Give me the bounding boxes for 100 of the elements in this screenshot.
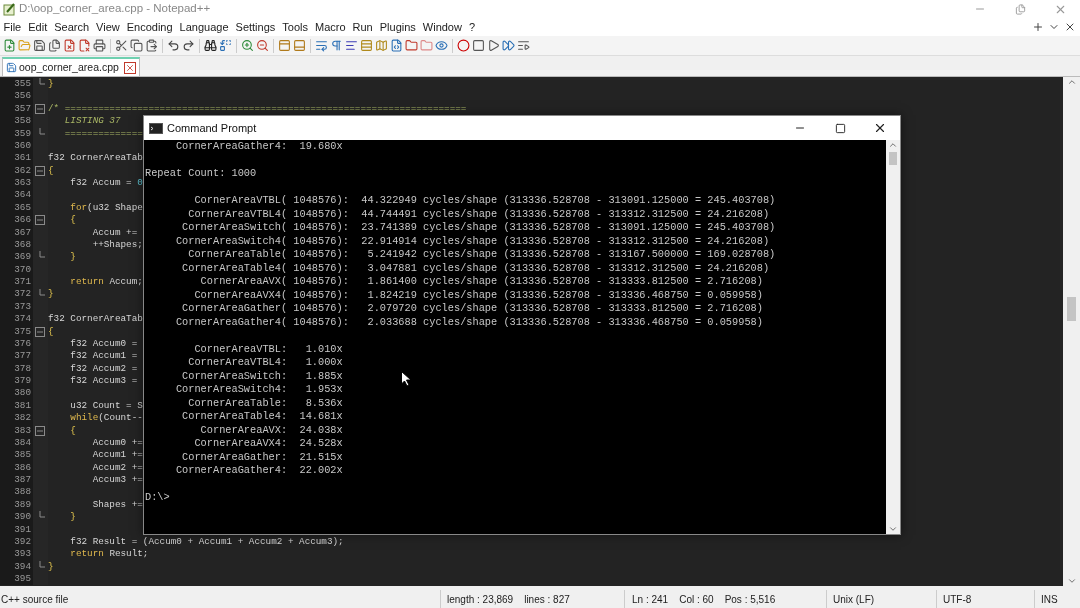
code-line: Shapes += — [91, 498, 143, 512]
scroll-thumb[interactable] — [889, 152, 897, 165]
code-line: f32 Accum2 = — [69, 362, 138, 375]
fold-icon[interactable] — [35, 103, 45, 114]
line-number: 374 — [14, 313, 31, 325]
scroll-down-icon[interactable] — [888, 524, 898, 534]
encoding: UTF-8 — [943, 592, 972, 607]
indent-icon[interactable] — [345, 39, 358, 52]
zoom-out-icon[interactable] — [256, 39, 269, 52]
line-number: 356 — [14, 90, 31, 102]
position-text: Pos : 5,516 — [724, 592, 776, 607]
line-number: 370 — [14, 263, 31, 275]
line-number: 355 — [14, 78, 31, 89]
console-line: CornerAreaSwitch4( 1048576): 22.914914 cycles/shape (313336.528708 - 313312.312500 = 24.216208) — [174, 234, 770, 248]
console-icon — [149, 122, 163, 134]
code-line: { — [48, 325, 54, 338]
menu-item[interactable]: Plugins — [376, 18, 420, 36]
line-number: 382 — [14, 412, 31, 424]
line-number: 372 — [14, 288, 31, 300]
menu-item[interactable]: ? — [465, 18, 479, 36]
printer-icon[interactable] — [93, 39, 106, 52]
play-icon[interactable] — [487, 39, 500, 52]
menu-item[interactable]: View — [92, 18, 124, 36]
code-line: { — [69, 424, 76, 437]
menu-item[interactable]: Run — [349, 18, 377, 36]
line-number: 389 — [14, 498, 31, 510]
panel-icon[interactable] — [278, 39, 291, 52]
map-icon[interactable] — [375, 39, 388, 52]
code-line: } — [69, 511, 76, 524]
scroll-down-icon[interactable] — [1066, 576, 1077, 586]
menu-item[interactable]: File — [0, 18, 25, 36]
file-x-icon[interactable] — [78, 39, 91, 52]
console-line: CornerAreaAVX4( 1048576): 1.824219 cycles/shape (313336.528708 - 313336.468750 = 0.059958) — [193, 288, 763, 302]
line-number: 377 — [14, 350, 31, 362]
scroll-up-icon[interactable] — [888, 140, 898, 150]
save-icon[interactable] — [33, 39, 46, 52]
zoom-in-icon[interactable] — [241, 39, 254, 52]
console-scrollbar[interactable] — [886, 140, 900, 534]
line-number: 363 — [14, 177, 31, 188]
scroll-thumb[interactable] — [1067, 297, 1076, 321]
menu-item[interactable]: Search — [50, 18, 93, 36]
fold-icon[interactable] — [35, 425, 45, 436]
line-number: 361 — [14, 152, 31, 164]
menu-item[interactable]: Window — [419, 18, 466, 36]
code-line: ++Shapes; — [91, 238, 143, 252]
code-line: } — [48, 560, 54, 573]
line-number: 387 — [14, 474, 31, 485]
fold-icon[interactable] — [35, 215, 45, 226]
record-icon[interactable] — [457, 39, 470, 52]
wrap-icon[interactable] — [315, 39, 328, 52]
new-tab-icon[interactable] — [1032, 21, 1044, 33]
fold-icon[interactable] — [35, 165, 45, 176]
notepad-icon — [3, 2, 16, 16]
documents-icon[interactable] — [48, 39, 61, 52]
console-line: CornerAreaSwitch( 1048576): 23.741389 cycles/shape (313336.528708 - 313091.125000 = 245.403708) — [181, 221, 776, 235]
fold-icon[interactable] — [35, 326, 45, 337]
line-number: 373 — [14, 300, 31, 312]
clipboard-icon[interactable] — [145, 39, 158, 52]
close-tab-icon[interactable] — [123, 61, 136, 74]
file-x-icon[interactable] — [63, 39, 76, 52]
line-number: 393 — [14, 548, 31, 560]
code-line: } — [48, 288, 54, 301]
file-code-icon[interactable] — [390, 39, 403, 52]
line-number: 381 — [14, 399, 31, 411]
console-line: CornerAreaTable4( 1048576): 3.047881 cycles/shape (313336.528708 - 313312.312500 = 24.216208) — [181, 261, 770, 275]
redo-icon[interactable] — [182, 39, 195, 52]
scroll-up-icon[interactable] — [1066, 77, 1077, 87]
code-line: f32 CornerAreaTab — [48, 313, 143, 326]
close-icon[interactable] — [1064, 21, 1076, 33]
file-tab[interactable]: oop_corner_area.cpp — [2, 57, 140, 76]
playlist-icon[interactable] — [517, 39, 530, 52]
copy-icon[interactable] — [130, 39, 143, 52]
line-number: 376 — [14, 337, 31, 349]
code-line: Accum0 += — [91, 436, 143, 450]
lines-text: lines : 827 — [524, 592, 570, 607]
line-number: 386 — [14, 461, 31, 473]
menu-item[interactable]: Edit — [24, 18, 51, 36]
folder-icon[interactable] — [405, 39, 418, 52]
menu-item[interactable]: Encoding — [123, 18, 177, 36]
stop-icon[interactable] — [472, 39, 485, 52]
undo-icon[interactable] — [167, 39, 180, 52]
replace-icon[interactable] — [219, 39, 232, 52]
menu-item[interactable]: Settings — [232, 18, 279, 36]
scissors-icon[interactable] — [115, 39, 128, 52]
menu-item[interactable]: Tools — [278, 18, 312, 36]
new-file-icon[interactable] — [3, 39, 16, 52]
line-text: Ln : 241 — [632, 592, 669, 607]
menu-item[interactable]: Language — [176, 18, 233, 36]
menu-item[interactable]: Macro — [311, 18, 350, 36]
fast-forward-icon[interactable] — [502, 39, 515, 52]
line-number: 371 — [14, 276, 31, 287]
scrollbar[interactable] — [1063, 77, 1080, 586]
maximize-icon — [834, 122, 846, 134]
pilcrow-icon[interactable] — [330, 39, 343, 52]
code-line: f32 Accum = 0 — [69, 177, 143, 190]
panel-icon[interactable] — [293, 39, 306, 52]
eye-icon[interactable] — [435, 39, 448, 52]
binoculars-icon[interactable] — [204, 39, 217, 52]
console-line: CornerAreaGather4: 22.002x — [174, 464, 343, 478]
code-line: } — [69, 251, 76, 264]
